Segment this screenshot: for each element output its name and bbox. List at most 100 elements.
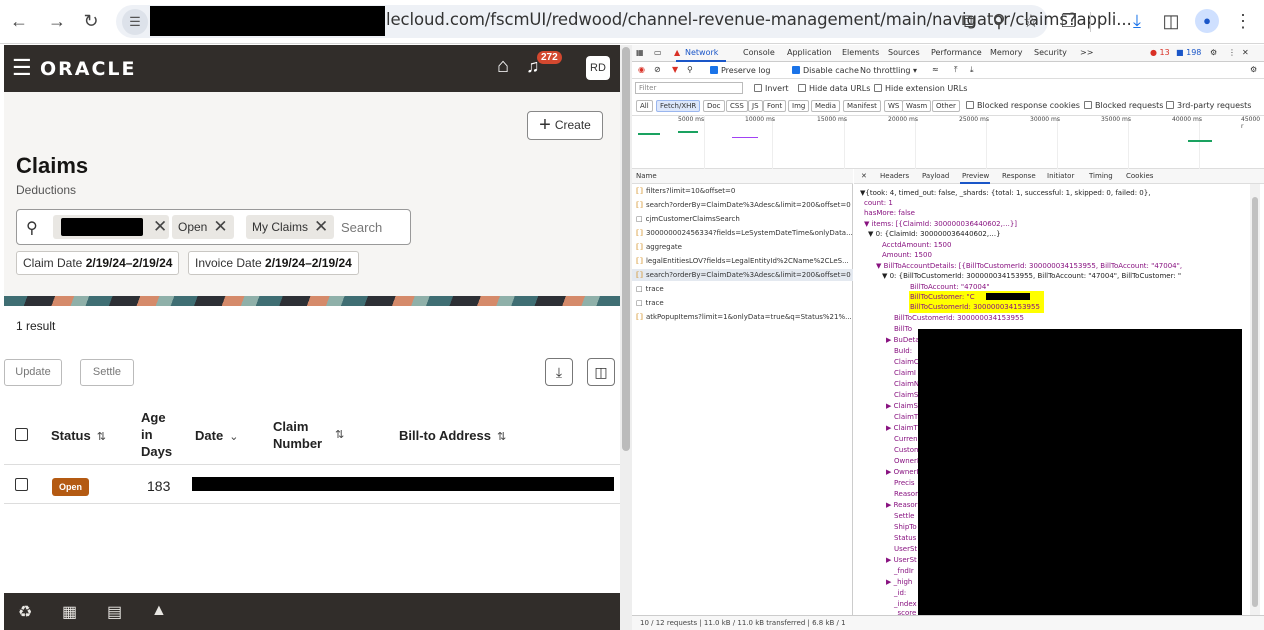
settings-gear-icon[interactable]: ⚙: [1210, 48, 1217, 57]
tab-cookies[interactable]: Cookies: [1126, 172, 1153, 180]
sort-descending-icon[interactable]: ⌄: [229, 431, 238, 443]
filter-input[interactable]: Filter: [635, 82, 743, 94]
search-chip-my-claims[interactable]: My Claims ✕: [246, 215, 335, 239]
sort-icon[interactable]: ⇅: [335, 428, 344, 441]
preview-scroll-thumb[interactable]: [1252, 197, 1258, 607]
json-line[interactable]: ▶ UserSt: [886, 556, 917, 564]
settings-gear-icon[interactable]: ⚙: [1250, 65, 1257, 74]
type-filter-other[interactable]: Other: [932, 100, 960, 112]
claim-date-filter[interactable]: Claim Date 2/19/24–2/19/24: [16, 251, 180, 275]
invert-checkbox[interactable]: Invert: [754, 84, 789, 93]
profile-icon[interactable]: ●: [1195, 9, 1219, 33]
request-item[interactable]: ⟦⟧ 300000002456334?fields=LeSystemDateTim…: [636, 229, 852, 237]
json-line[interactable]: ▶ OwnerI: [886, 468, 919, 476]
update-button[interactable]: Update: [4, 359, 62, 386]
request-item[interactable]: □ trace: [636, 299, 852, 307]
search-icon[interactable]: ⚲: [687, 65, 693, 74]
blocked-requests-checkbox[interactable]: Blocked requests: [1084, 101, 1163, 110]
record-icon[interactable]: ◉: [638, 65, 645, 74]
column-layout-icon[interactable]: ◫: [587, 358, 615, 386]
type-filter-manifest[interactable]: Manifest: [843, 100, 881, 112]
close-icon[interactable]: ✕: [213, 217, 227, 236]
close-icon[interactable]: ✕: [314, 217, 328, 236]
document-icon[interactable]: ▤: [107, 602, 122, 622]
json-line[interactable]: ▶ _high: [886, 578, 912, 586]
forward-arrow-icon[interactable]: →: [44, 8, 70, 34]
column-date[interactable]: Date ⌄: [195, 427, 238, 446]
type-filter-wasm[interactable]: Wasm: [902, 100, 932, 112]
name-column-header[interactable]: Name: [636, 172, 657, 180]
hide-extension-urls-checkbox[interactable]: Hide extension URLs: [874, 84, 967, 93]
calendar-icon[interactable]: ▦: [62, 602, 77, 622]
request-item[interactable]: ⟦⟧ legalEntitiesLOV?fields=LegalEntityId%…: [636, 257, 852, 265]
request-item-selected[interactable]: ⟦⟧ search?orderBy=ClaimDate%3Adesc&limit=…: [636, 271, 852, 279]
type-filter-fetch-xhr[interactable]: Fetch/XHR: [656, 100, 701, 112]
zoom-icon[interactable]: ⚲: [986, 8, 1012, 34]
json-line[interactable]: ▼{took: 4, timed_out: false, _shards: {t…: [860, 189, 1150, 197]
reload-icon[interactable]: ↻: [78, 8, 104, 34]
type-filter-media[interactable]: Media: [811, 100, 841, 112]
export-download-icon[interactable]: ⤓: [545, 358, 573, 386]
close-icon[interactable]: ✕: [153, 215, 167, 239]
type-filter-img[interactable]: Img: [788, 100, 810, 112]
search-chip-open[interactable]: Open ✕: [172, 215, 234, 239]
message-count[interactable]: ■ 198: [1176, 48, 1201, 57]
invoice-date-filter[interactable]: Invoice Date 2/19/24–2/19/24: [188, 251, 359, 275]
claims-search-box[interactable]: ⚲ ✕ Open ✕ My Claims ✕ Search: [16, 209, 411, 245]
sort-icon[interactable]: ⇅: [97, 431, 106, 443]
sort-icon[interactable]: ⇅: [497, 431, 506, 443]
tab-application[interactable]: Application: [787, 48, 832, 57]
download-icon[interactable]: ⤓: [1124, 8, 1150, 34]
type-filter-all[interactable]: All: [636, 100, 653, 112]
search-input[interactable]: Search: [341, 220, 382, 235]
json-line[interactable]: ▶ BuDeta: [886, 336, 920, 344]
tab-headers[interactable]: Headers: [880, 172, 909, 180]
wifi-icon[interactable]: ≈: [932, 65, 939, 74]
more-vert-icon[interactable]: ⋮: [1228, 48, 1236, 57]
error-count[interactable]: ● 13: [1150, 48, 1170, 57]
json-line[interactable]: ▼ 0: {ClaimId: 300000036440602,…}: [868, 230, 1001, 238]
create-button[interactable]: + Create: [527, 111, 603, 140]
tab-network[interactable]: Network: [685, 48, 718, 57]
type-filter-js[interactable]: JS: [748, 100, 763, 112]
back-arrow-icon[interactable]: ←: [6, 8, 32, 34]
type-filter-doc[interactable]: Doc: [703, 100, 725, 112]
request-item[interactable]: □ cjmCustomerClaimsSearch: [636, 215, 852, 223]
json-line[interactable]: ▼ 0: {BillToCustomerId: 300000034153955,…: [882, 272, 1181, 280]
tab-preview[interactable]: Preview: [962, 172, 989, 180]
bookmark-star-icon[interactable]: ☆: [1018, 8, 1044, 34]
app-scroll-thumb[interactable]: [622, 47, 630, 451]
type-filter-font[interactable]: Font: [763, 100, 787, 112]
inspect-icon[interactable]: ▦: [636, 48, 644, 57]
json-line[interactable]: ▶ ClaimT: [886, 424, 918, 432]
network-timeline[interactable]: [632, 115, 1264, 169]
oracle-logo[interactable]: ORACLE: [40, 58, 137, 80]
json-line[interactable]: ▶ Reasor: [886, 501, 918, 509]
home-icon[interactable]: ⌂: [497, 55, 509, 78]
blocked-cookies-checkbox[interactable]: Blocked response cookies: [966, 101, 1080, 110]
tab-payload[interactable]: Payload: [922, 172, 949, 180]
column-status[interactable]: Status ⇅: [51, 427, 106, 446]
side-panel-icon[interactable]: ◫: [1158, 8, 1184, 34]
hide-data-urls-checkbox[interactable]: Hide data URLs: [798, 84, 870, 93]
tab-response[interactable]: Response: [1002, 172, 1036, 180]
request-item[interactable]: ⟦⟧ search?orderBy=ClaimDate%3Adesc&limit=…: [636, 201, 852, 209]
download-icon[interactable]: ⤓: [970, 65, 974, 75]
type-filter-css[interactable]: CSS: [726, 100, 748, 112]
request-item[interactable]: ⟦⟧ filters?limit=10&offset=0: [636, 187, 852, 195]
json-line[interactable]: ▼ BillToAccountDetails: [{BillToCustomer…: [876, 262, 1182, 270]
json-line[interactable]: ▶ ClaimS: [886, 402, 918, 410]
throttling-select[interactable]: No throttling ▾: [860, 66, 917, 75]
tab-memory[interactable]: Memory: [990, 48, 1023, 57]
column-claim-number[interactable]: Claim Number: [273, 418, 322, 452]
flask-icon[interactable]: ▲: [151, 602, 167, 620]
hamburger-menu-icon[interactable]: ☰: [12, 55, 32, 81]
filter-funnel-icon[interactable]: ▼: [672, 65, 678, 74]
close-icon[interactable]: ✕: [1242, 48, 1249, 57]
clear-icon[interactable]: ⊘: [654, 65, 661, 74]
tab-elements[interactable]: Elements: [842, 48, 879, 57]
assistant-icon[interactable]: ♻: [18, 602, 32, 622]
json-line[interactable]: ▼ items: [{ClaimId: 300000036440602,…}]: [864, 220, 1017, 228]
type-filter-ws[interactable]: WS: [884, 100, 904, 112]
tab-performance[interactable]: Performance: [931, 48, 982, 57]
